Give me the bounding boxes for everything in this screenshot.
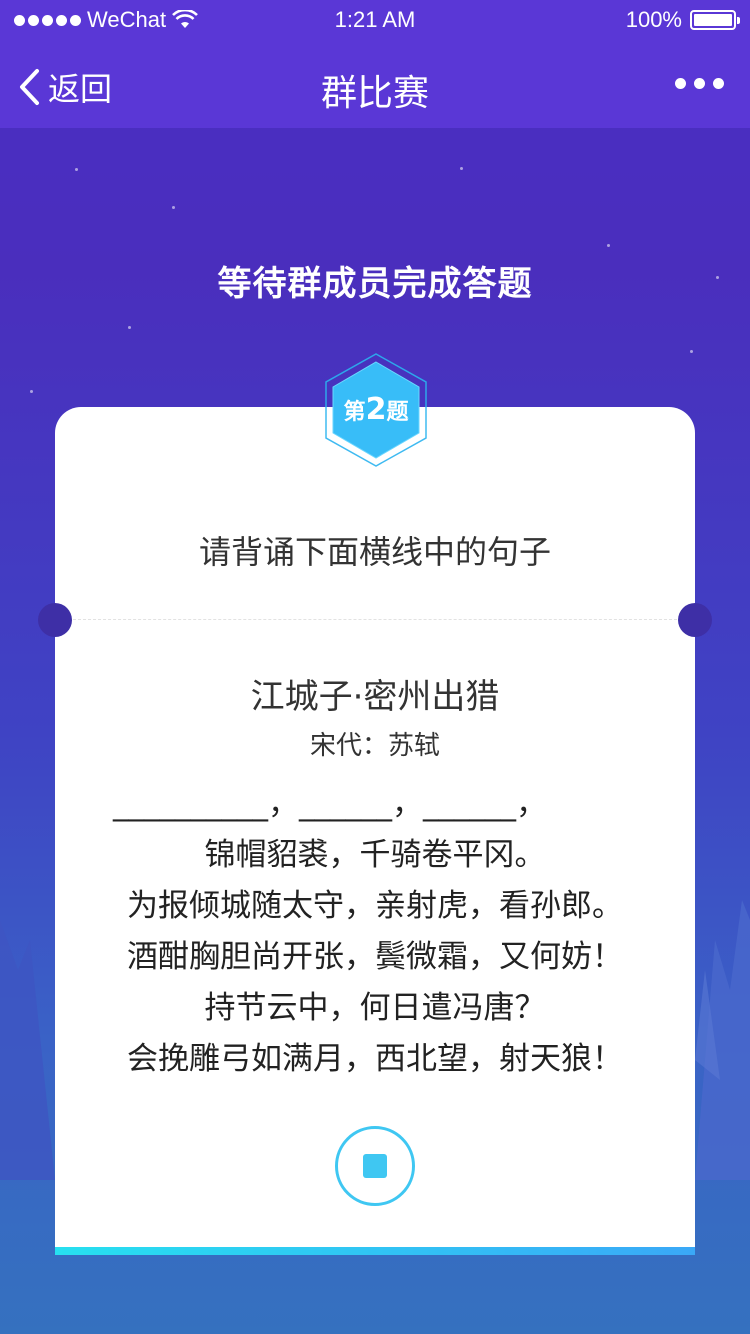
question-number-label: 第2题 bbox=[320, 392, 432, 427]
badge-suffix: 题 bbox=[386, 400, 409, 425]
poem-line: 酒酣胸胆尚开张，鬓微霜，又何妨！ bbox=[127, 939, 623, 975]
page-title: 群比赛 bbox=[320, 73, 429, 114]
badge-prefix: 第 bbox=[343, 400, 366, 425]
star-decoration bbox=[30, 390, 33, 393]
poem-line: 为报倾城随太守，亲射虎，看孙郎。 bbox=[127, 888, 623, 924]
star-decoration bbox=[460, 167, 463, 170]
card-divider bbox=[73, 619, 677, 620]
battery-icon bbox=[690, 10, 740, 30]
stop-button[interactable] bbox=[335, 1126, 415, 1206]
poem-line-blanks: __________，______，______， bbox=[113, 786, 547, 822]
star-decoration bbox=[172, 206, 175, 209]
poem-line: 持节云中，何日遣冯唐？ bbox=[204, 990, 546, 1026]
star-decoration bbox=[75, 168, 78, 171]
star-decoration bbox=[690, 350, 693, 353]
question-number: 2 bbox=[365, 392, 387, 427]
stop-icon bbox=[363, 1154, 387, 1178]
card-notch-right bbox=[678, 603, 712, 637]
card-notch-left bbox=[38, 603, 72, 637]
more-button[interactable] bbox=[675, 78, 724, 89]
battery-fill bbox=[694, 14, 732, 26]
more-dots-icon bbox=[675, 78, 686, 89]
question-number-badge: 第2题 bbox=[320, 350, 432, 470]
poem-author: 宋代：苏轼 bbox=[309, 731, 440, 761]
battery-percent: 100% bbox=[625, 7, 682, 32]
poem-title: 江城子·密州出猎 bbox=[250, 677, 500, 717]
waiting-headline: 等待群成员完成答题 bbox=[217, 264, 533, 304]
poem-line: 会挽雕弓如满月，西北望，射天狼！ bbox=[127, 1041, 623, 1077]
status-right: 100% bbox=[625, 7, 740, 33]
nav-bar: 返回 群比赛 bbox=[0, 40, 750, 128]
question-card: 请背诵下面横线中的句子 江城子·密州出猎 宋代：苏轼 __________，__… bbox=[38, 407, 712, 1255]
star-decoration bbox=[607, 244, 610, 247]
poem-line: 锦帽貂裘，千骑卷平冈。 bbox=[204, 837, 546, 873]
poem-lines: __________，______，______， 锦帽貂裘，千骑卷平冈。 为报… bbox=[55, 779, 695, 1085]
status-bar: WeChat 1:21 AM 100% bbox=[0, 0, 750, 40]
star-decoration bbox=[128, 326, 131, 329]
question-prompt: 请背诵下面横线中的句子 bbox=[198, 533, 551, 571]
progress-bar bbox=[55, 1247, 695, 1255]
